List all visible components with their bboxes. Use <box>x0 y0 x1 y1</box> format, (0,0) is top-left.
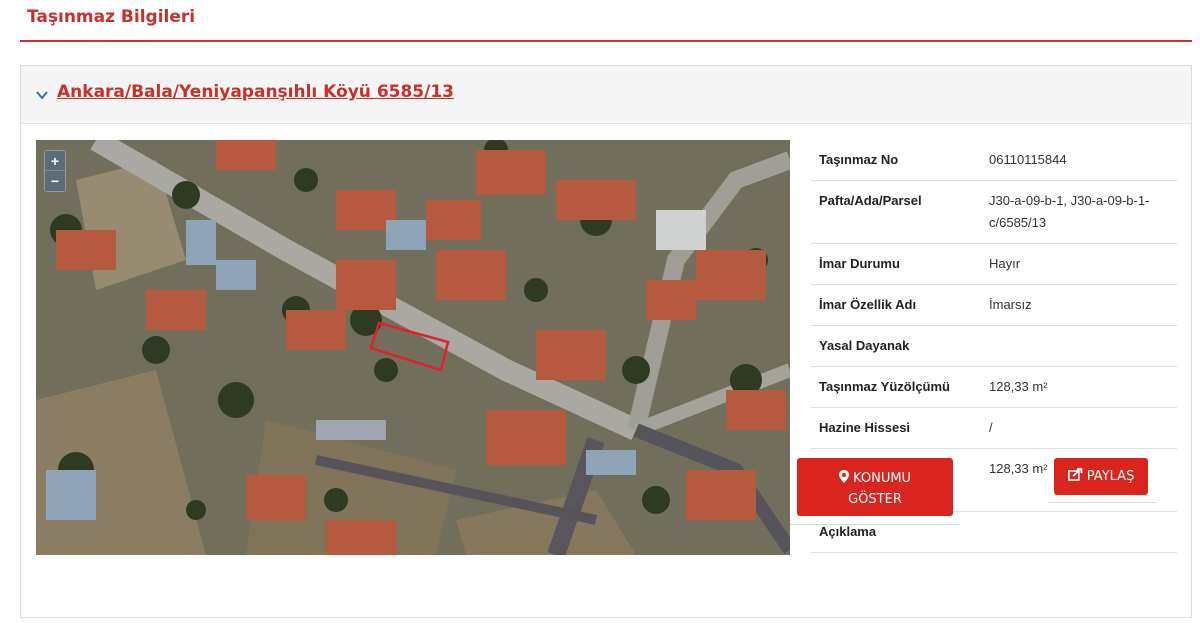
map-imagery <box>36 140 790 555</box>
info-value <box>981 511 1177 553</box>
info-row: Taşınmaz No 06110115844 <box>811 140 1177 181</box>
info-key: Pafta/Ada/Parsel <box>811 180 981 244</box>
parcel-panel: Ankara/Bala/Yeniyapanşıhlı Köyü 6585/13 <box>20 65 1192 618</box>
satellite-map[interactable]: + − <box>36 140 790 555</box>
info-key: İmar Durumu <box>811 243 981 285</box>
map-zoom-control: + − <box>44 150 66 192</box>
info-key: Taşınmaz Yüzölçümü <box>811 366 981 408</box>
parcel-title-link[interactable]: Ankara/Bala/Yeniyapanşıhlı Köyü 6585/13 <box>57 82 454 102</box>
divider <box>790 524 959 525</box>
share-icon <box>1067 468 1087 484</box>
info-row: İmar Durumu Hayır <box>811 243 1177 285</box>
info-row: İmar Özellik Adı İmarsız <box>811 284 1177 326</box>
info-row: Pafta/Ada/Parsel J30-a-09-b-1, J30-a-09-b… <box>811 180 1177 244</box>
share-button[interactable]: PAYLAŞ <box>1054 458 1148 495</box>
info-value: / <box>981 407 1177 449</box>
info-key: İmar Özellik Adı <box>811 284 981 326</box>
divider <box>1048 502 1156 503</box>
show-location-button[interactable]: KONUMU GÖSTER <box>797 458 953 516</box>
panel-header[interactable]: Ankara/Bala/Yeniyapanşıhlı Köyü 6585/13 <box>21 66 1191 124</box>
zoom-out-button[interactable]: − <box>45 171 65 191</box>
info-value: 128,33 m² <box>981 366 1177 408</box>
info-value: J30-a-09-b-1, J30-a-09-b-1-c/6585/13 <box>981 180 1177 244</box>
info-value: Hayır <box>981 243 1177 285</box>
info-value <box>981 325 1177 367</box>
info-row: Açıklama <box>811 511 1177 553</box>
info-row: Yasal Dayanak <box>811 325 1177 367</box>
info-row: Taşınmaz Yüzölçümü 128,33 m² <box>811 366 1177 408</box>
show-location-label-1: KONUMU <box>853 471 912 486</box>
info-key: Yasal Dayanak <box>811 325 981 367</box>
info-row: Hazine Hissesi / <box>811 407 1177 449</box>
chevron-down-icon[interactable] <box>35 88 49 102</box>
show-location-label-2: GÖSTER <box>848 492 902 507</box>
info-value: İmarsız <box>981 284 1177 326</box>
page-header: Taşınmaz Bilgileri <box>20 0 1192 42</box>
page-title: Taşınmaz Bilgileri <box>27 7 196 27</box>
zoom-in-button[interactable]: + <box>45 151 65 171</box>
info-key: Hazine Hissesi <box>811 407 981 449</box>
info-key: Taşınmaz No <box>811 140 981 181</box>
map-marker-icon <box>838 470 853 486</box>
info-key: Açıklama <box>811 511 981 553</box>
share-label: PAYLAŞ <box>1086 469 1135 484</box>
info-value: 06110115844 <box>981 140 1177 181</box>
